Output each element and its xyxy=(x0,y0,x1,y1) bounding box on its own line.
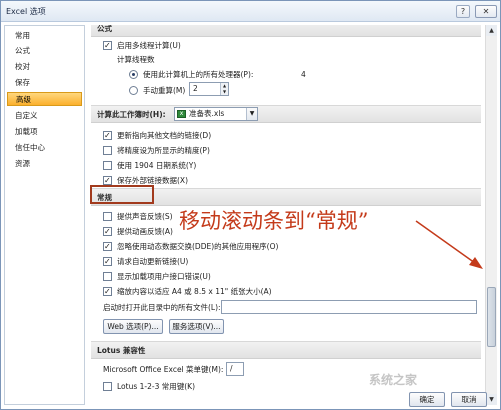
site-watermark: 系统之家 xyxy=(369,373,418,387)
addin-errors-label: 显示加载项用户接口错误(U) xyxy=(117,272,211,281)
section-header-formulas: 公式 xyxy=(91,25,481,37)
processor-count: 4 xyxy=(301,70,306,79)
scroll-instruction-annotation: 移动滚动条到“常规” xyxy=(179,209,369,233)
nav-keys-checkbox[interactable] xyxy=(103,382,112,391)
date-1904-label: 使用 1904 日期系统(Y) xyxy=(117,161,197,170)
spin-down-icon[interactable]: ▼ xyxy=(221,89,228,95)
use-all-processors-label: 使用此计算机上的所有处理器(P): xyxy=(143,70,254,79)
scale-a4-checkbox[interactable] xyxy=(103,285,112,298)
nav-keys-label: Lotus 1-2-3 常用键(K) xyxy=(117,382,196,391)
manual-threads-label: 手动重算(M) xyxy=(143,86,186,95)
scroll-up-icon[interactable]: ▲ xyxy=(486,25,497,36)
sound-feedback-label: 提供声音反馈(S) xyxy=(117,212,173,221)
multithread-checkbox[interactable] xyxy=(103,39,112,52)
sidebar-item-trust-center[interactable]: 信任中心 xyxy=(7,141,82,155)
general-option[interactable]: 请求自动更新链接(U) xyxy=(103,255,403,268)
auto-update-links-checkbox[interactable] xyxy=(103,255,112,268)
threads-label: 计算线程数 xyxy=(117,55,155,64)
workbook-option[interactable]: 将精度设为所显示的精度(P) xyxy=(103,144,403,157)
nav-keys-option[interactable]: Lotus 1-2-3 常用键(K) xyxy=(103,380,303,393)
workbook-option[interactable]: 更新指向其他文档的链接(D) xyxy=(103,129,403,142)
addin-errors-checkbox[interactable] xyxy=(103,272,112,281)
scroll-down-icon[interactable]: ▼ xyxy=(486,394,497,405)
web-options-button[interactable]: Web 选项(P)... xyxy=(103,319,163,334)
service-options-button[interactable]: 服务选项(V)... xyxy=(169,319,224,334)
startup-folder-label: 启动时打开此目录中的所有文件(L): xyxy=(103,303,221,312)
sidebar-item-addins[interactable]: 加载项 xyxy=(7,125,82,139)
general-option[interactable]: 忽略使用动态数据交换(DDE)的其他应用程序(O) xyxy=(103,240,433,253)
menu-key-input[interactable]: / xyxy=(226,362,244,376)
startup-folder-input[interactable] xyxy=(221,300,477,314)
ignore-dde-label: 忽略使用动态数据交换(DDE)的其他应用程序(O) xyxy=(117,242,279,251)
options-sidebar: 常用 公式 校对 保存 高级 自定义 加载项 信任中心 资源 xyxy=(4,25,85,405)
cancel-button[interactable]: 取消 xyxy=(451,392,487,407)
sound-feedback-checkbox[interactable] xyxy=(103,212,112,221)
scale-a4-label: 缩放内容以适应 A4 或 8.5 x 11" 纸张大小(A) xyxy=(117,287,272,296)
animation-feedback-checkbox[interactable] xyxy=(103,225,112,238)
close-button[interactable]: ✕ xyxy=(475,5,497,18)
save-external-checkbox[interactable] xyxy=(103,174,112,187)
manual-threads-spinner[interactable]: 2 ▲ ▼ xyxy=(189,82,229,96)
scrollbar-thumb[interactable] xyxy=(487,287,496,347)
manual-threads-radio[interactable] xyxy=(129,86,138,95)
animation-feedback-label: 提供动画反馈(A) xyxy=(117,227,173,236)
sidebar-item-proofing[interactable]: 校对 xyxy=(7,60,82,74)
general-option[interactable]: 显示加载项用户接口错误(U) xyxy=(103,270,403,283)
workbook-option[interactable]: 使用 1904 日期系统(Y) xyxy=(103,159,403,172)
sidebar-item-resources[interactable]: 资源 xyxy=(7,157,82,171)
excel-options-window: Excel 选项 ? ✕ 常用 公式 校对 保存 高级 自定义 加载项 信任中心… xyxy=(0,0,501,410)
sidebar-item-customize[interactable]: 自定义 xyxy=(7,109,82,123)
multithread-label: 启用多线程计算(U) xyxy=(117,41,181,50)
section-header-workbook: 计算此工作簿时(H): xyxy=(91,105,481,123)
content-scrollbar[interactable]: ▲ ▼ xyxy=(485,25,497,405)
sidebar-item-formulas[interactable]: 公式 xyxy=(7,44,82,58)
use-all-processors-radio[interactable] xyxy=(129,70,138,79)
use-all-processors-option[interactable]: 使用此计算机上的所有处理器(P): 4 xyxy=(129,68,389,81)
sidebar-item-advanced[interactable]: 高级 xyxy=(7,92,82,106)
precision-checkbox[interactable] xyxy=(103,146,112,155)
chevron-down-icon[interactable]: ▼ xyxy=(246,108,257,120)
menu-key-label: Microsoft Office Excel 菜单键(M): xyxy=(103,365,224,374)
help-button[interactable]: ? xyxy=(456,5,470,18)
precision-label: 将精度设为所显示的精度(P) xyxy=(117,146,210,155)
auto-update-links-label: 请求自动更新链接(U) xyxy=(117,257,189,266)
section-header-lotus: Lotus 兼容性 xyxy=(91,341,481,359)
workbook-header-label: 计算此工作簿时(H): xyxy=(97,110,166,119)
workbook-select[interactable]: x 准备表.xls ▼ xyxy=(174,107,258,121)
date-1904-checkbox[interactable] xyxy=(103,161,112,170)
excel-file-icon: x xyxy=(177,110,186,118)
sidebar-item-common[interactable]: 常用 xyxy=(7,29,82,43)
title-bar: Excel 选项 ? ✕ xyxy=(1,1,500,22)
update-links-label: 更新指向其他文档的链接(D) xyxy=(117,131,212,140)
ignore-dde-checkbox[interactable] xyxy=(103,240,112,253)
manual-threads-value: 2 xyxy=(193,84,198,93)
general-option[interactable]: 缩放内容以适应 A4 或 8.5 x 11" 纸张大小(A) xyxy=(103,285,433,298)
window-title: Excel 选项 xyxy=(6,7,46,16)
spinner-buttons[interactable]: ▲ ▼ xyxy=(220,83,228,95)
update-links-checkbox[interactable] xyxy=(103,129,112,142)
sidebar-item-save[interactable]: 保存 xyxy=(7,76,82,90)
ok-button[interactable]: 确定 xyxy=(409,392,445,407)
multithread-option[interactable]: 启用多线程计算(U) xyxy=(103,39,403,52)
general-section-highlight xyxy=(90,185,154,204)
workbook-file-name: 准备表.xls xyxy=(189,109,225,118)
